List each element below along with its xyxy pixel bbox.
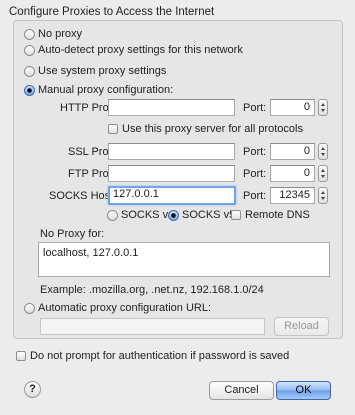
reload-button[interactable]: Reload — [274, 317, 329, 336]
manual-proxy-radio[interactable] — [24, 85, 35, 96]
same-proxy-label[interactable]: Use this proxy server for all protocols — [122, 122, 303, 136]
ssl-port-label: Port: — [243, 146, 267, 158]
ftp-port-stepper[interactable] — [318, 165, 328, 182]
no-proxy-for-value: localhost, 127.0.0.1 — [43, 247, 139, 259]
http-port-stepper[interactable] — [318, 99, 328, 116]
socks-v5-radio[interactable] — [168, 210, 179, 221]
socks-port-input[interactable]: 12345 — [270, 187, 315, 204]
http-proxy-input[interactable] — [108, 99, 235, 116]
manual-proxy-label[interactable]: Manual proxy configuration: — [38, 83, 173, 97]
socks-v4-label[interactable]: SOCKS v4 — [121, 208, 174, 222]
group-title: Configure Proxies to Access the Internet — [9, 6, 215, 18]
ftp-port-input[interactable]: 0 — [270, 165, 315, 182]
help-button[interactable]: ? — [24, 381, 41, 398]
socks-port-label: Port: — [243, 190, 267, 202]
ftp-port-label: Port: — [243, 168, 267, 180]
ssl-port-stepper[interactable] — [318, 143, 328, 160]
no-prompt-label[interactable]: Do not prompt for authentication if pass… — [30, 349, 289, 363]
no-proxy-for-textarea[interactable]: localhost, 127.0.0.1 — [38, 242, 330, 277]
socks-host-input[interactable]: 127.0.0.1 — [108, 186, 236, 205]
no-prompt-checkbox[interactable] — [16, 351, 26, 361]
remote-dns-checkbox[interactable] — [231, 210, 241, 220]
same-proxy-checkbox[interactable] — [108, 124, 118, 134]
no-proxy-example: Example: .mozilla.org, .net.nz, 192.168.… — [40, 284, 264, 296]
ftp-proxy-input[interactable] — [108, 165, 235, 182]
auto-config-url-label[interactable]: Automatic proxy configuration URL: — [38, 301, 211, 315]
http-port-label: Port: — [243, 102, 267, 114]
socks-host-label: SOCKS Host: — [49, 190, 117, 202]
auto-config-url-radio[interactable] — [24, 303, 35, 314]
cancel-button[interactable]: Cancel — [209, 381, 274, 400]
ssl-proxy-input[interactable] — [108, 143, 235, 160]
socks-v5-label[interactable]: SOCKS v5 — [182, 208, 235, 222]
auto-config-url-input[interactable] — [40, 318, 265, 335]
ok-button[interactable]: OK — [276, 381, 331, 400]
auto-detect-label[interactable]: Auto-detect proxy settings for this netw… — [38, 43, 243, 57]
socks-port-stepper[interactable] — [318, 187, 328, 204]
auto-detect-radio[interactable] — [24, 45, 35, 56]
remote-dns-label[interactable]: Remote DNS — [245, 208, 310, 222]
system-proxy-label[interactable]: Use system proxy settings — [38, 64, 166, 78]
no-proxy-for-label: No Proxy for: — [40, 228, 105, 240]
http-port-input[interactable]: 0 — [270, 99, 315, 116]
socks-v4-radio[interactable] — [107, 210, 118, 221]
ssl-port-input[interactable]: 0 — [270, 143, 315, 160]
system-proxy-radio[interactable] — [24, 66, 35, 77]
no-proxy-label[interactable]: No proxy — [38, 27, 82, 41]
no-proxy-radio[interactable] — [24, 29, 35, 40]
